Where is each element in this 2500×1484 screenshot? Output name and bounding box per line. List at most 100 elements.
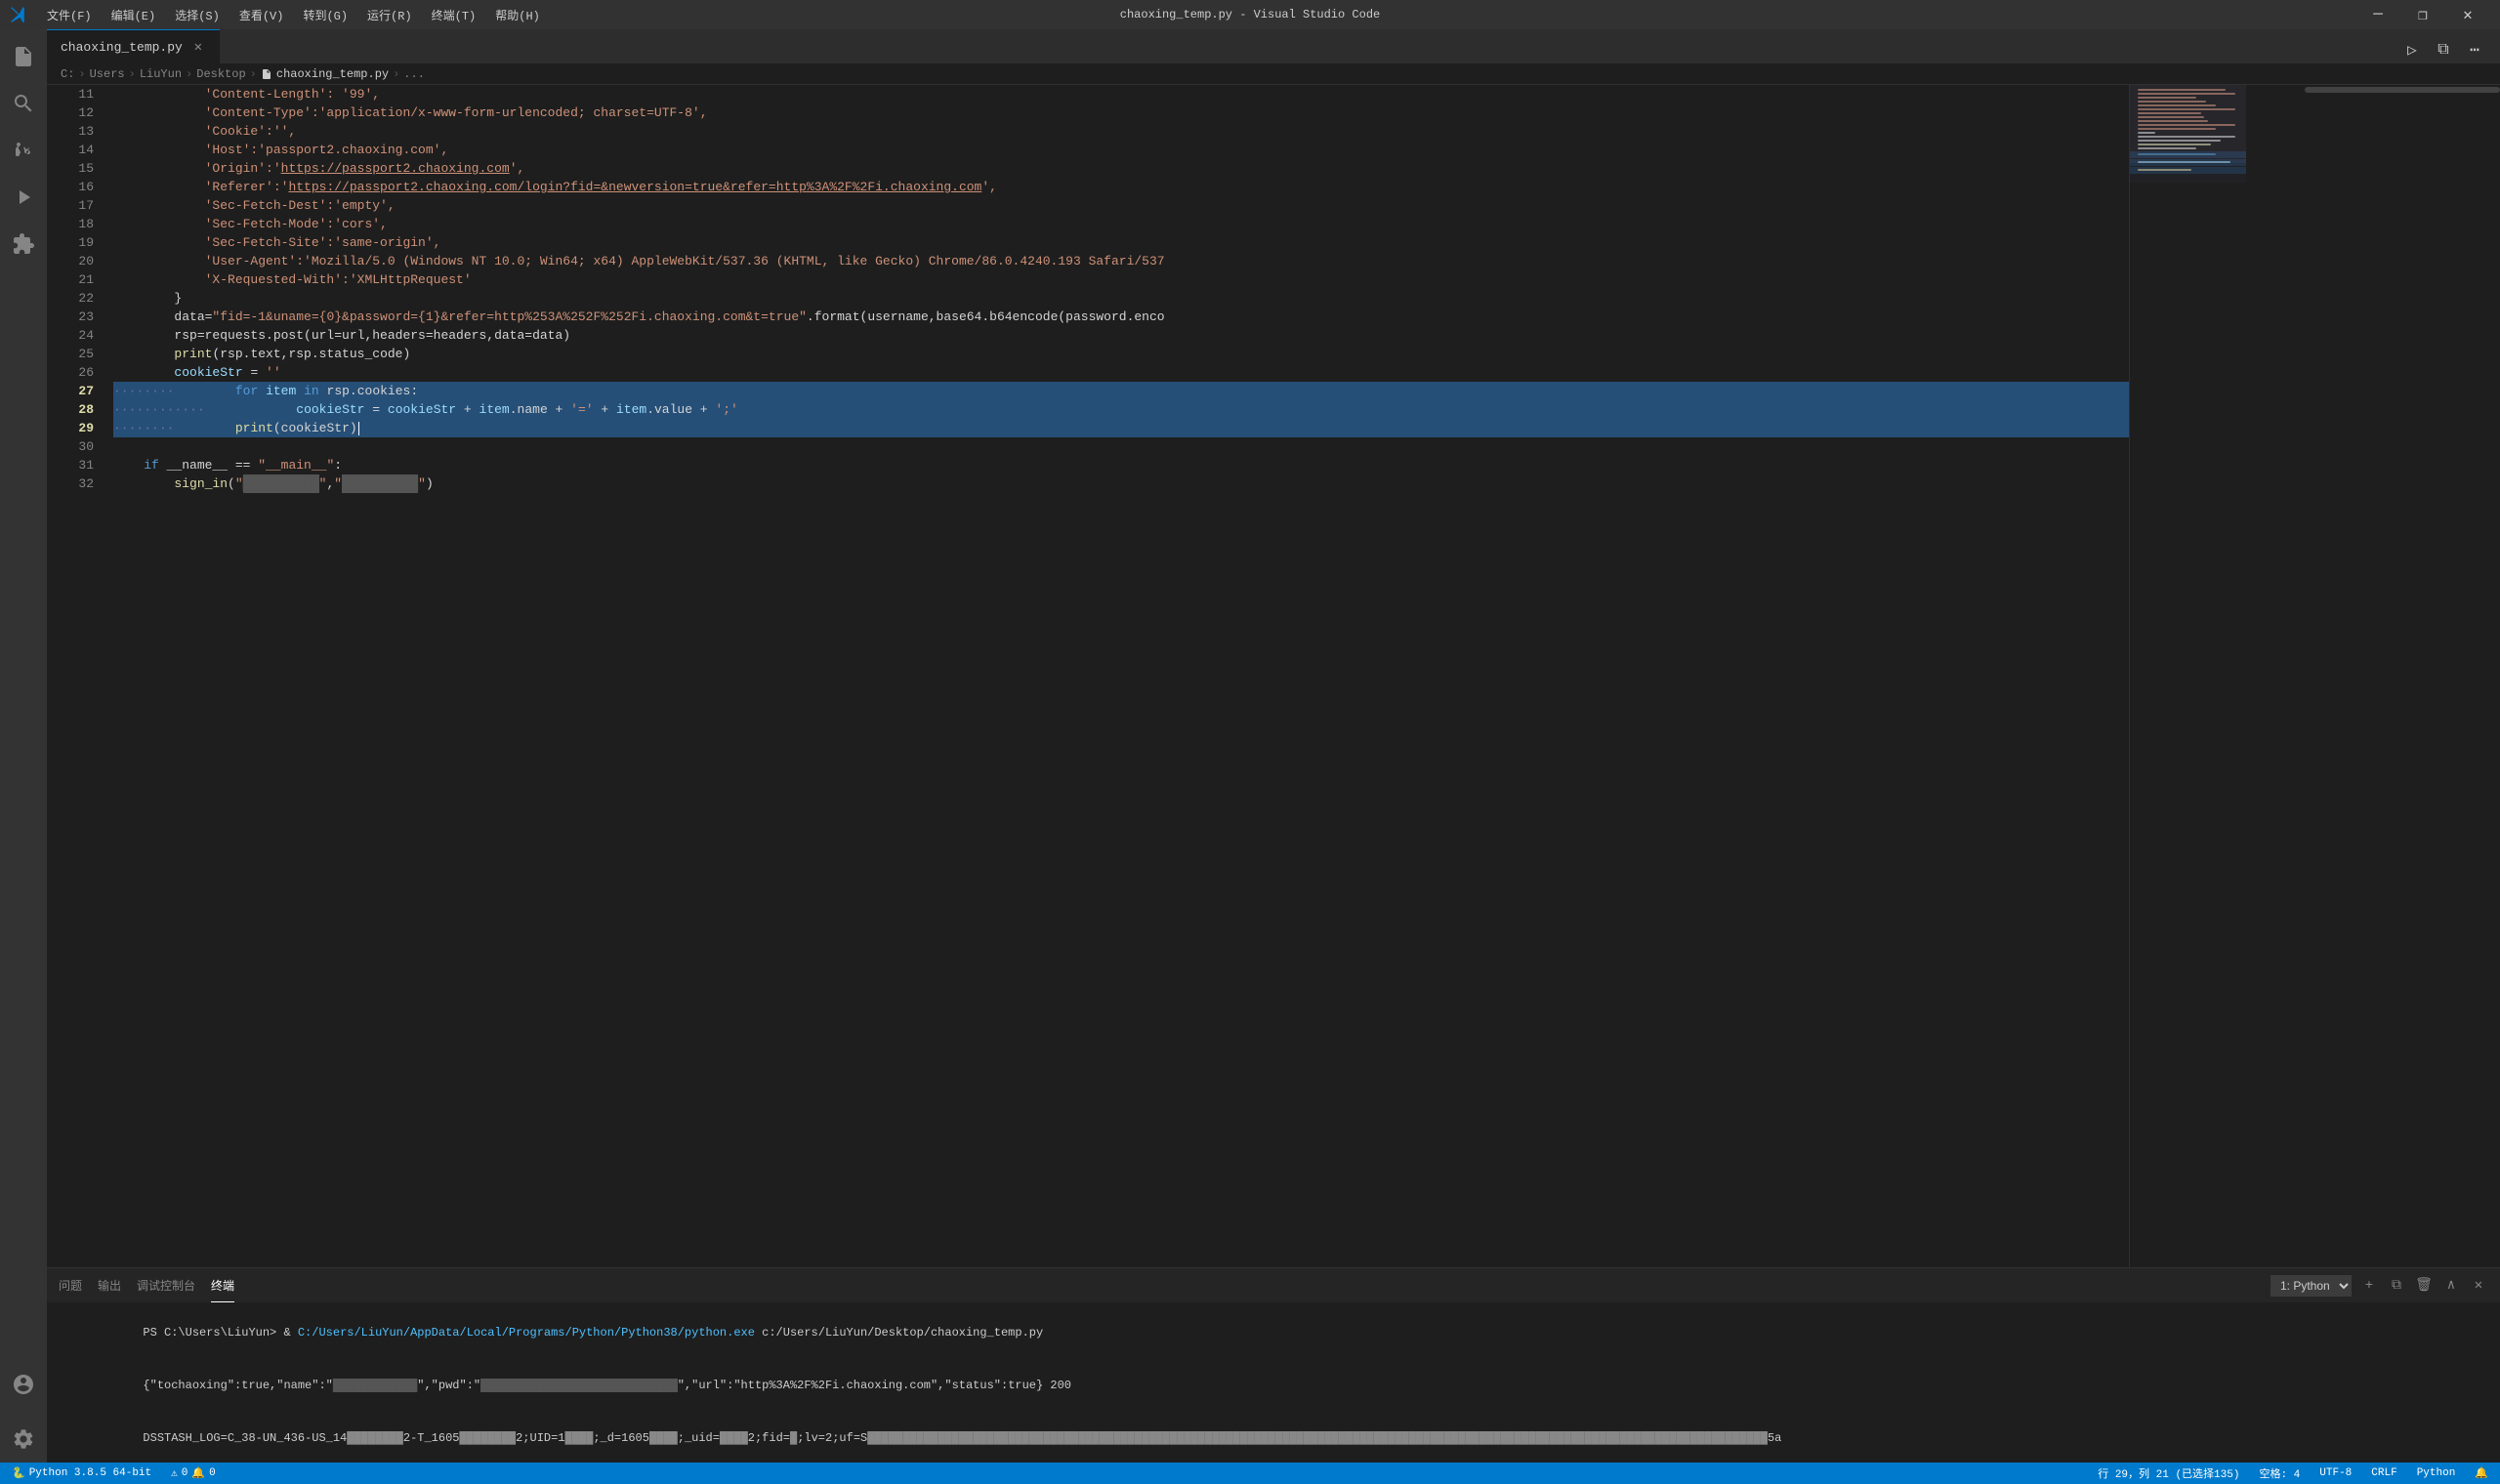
code-line-21: 'X-Requested-With':'XMLHttpRequest' (113, 270, 2129, 289)
breadcrumb-sep4: › (250, 67, 257, 81)
status-right: 行 29，列 21 (已选择135) 空格: 4 UTF-8 CRLF Pyth… (2094, 1463, 2492, 1484)
breadcrumb-dots[interactable]: ... (403, 67, 425, 81)
status-python-version[interactable]: 🐍 Python 3.8.5 64-bit (8, 1463, 155, 1484)
breadcrumb-sep3: › (186, 67, 192, 81)
tabs-bar: chaoxing_temp.py ✕ ▷ ⧉ ⋯ (47, 29, 2500, 63)
code-line-25: print(rsp.text,rsp.status_code) (113, 345, 2129, 363)
menu-file[interactable]: 文件(F) (39, 5, 100, 25)
minimize-button[interactable]: ─ (2355, 0, 2400, 29)
code-line-16: 'Referer':'https://passport2.chaoxing.co… (113, 178, 2129, 196)
more-actions-button[interactable]: ⋯ (2461, 36, 2488, 63)
status-bar: 🐍 Python 3.8.5 64-bit ⚠ 0 🔔 0 行 29，列 21 … (0, 1463, 2500, 1484)
activity-settings[interactable] (0, 1416, 47, 1463)
panel-tab-terminal[interactable]: 终端 (211, 1268, 234, 1302)
titlebar-left: 文件(F) 编辑(E) 选择(S) 查看(V) 转到(G) 运行(R) 终端(T… (10, 5, 548, 25)
menu-selection[interactable]: 选择(S) (167, 5, 228, 25)
close-button[interactable]: ✕ (2445, 0, 2490, 29)
code-line-32: sign_in("██████████","██████████") (113, 474, 2129, 493)
editor-area: chaoxing_temp.py ✕ ▷ ⧉ ⋯ C: › Users › Li… (47, 29, 2500, 1463)
panel-close-button[interactable]: ✕ (2469, 1276, 2488, 1296)
breadcrumb-c[interactable]: C: (61, 67, 74, 81)
python-icon: 🐍 (12, 1466, 25, 1480)
panel-tab-problems[interactable]: 问题 (59, 1268, 82, 1302)
tab-close-button[interactable]: ✕ (190, 39, 206, 55)
main-layout: chaoxing_temp.py ✕ ▷ ⧉ ⋯ C: › Users › Li… (0, 29, 2500, 1463)
maximize-button[interactable]: ❐ (2400, 0, 2445, 29)
breadcrumb-users[interactable]: Users (90, 67, 125, 81)
breadcrumb: C: › Users › LiuYun › Desktop › chaoxing… (47, 63, 2500, 85)
bell-icon: 🔔 (2475, 1466, 2488, 1480)
split-editor-button[interactable]: ⧉ (2430, 36, 2457, 63)
panel-tabs: 问题 输出 调试控制台 终端 1: Python + ⧉ 🗑 ∧ ✕ (47, 1268, 2500, 1302)
menu-terminal[interactable]: 终端(T) (424, 5, 484, 25)
scrollbar-thumb[interactable] (2305, 87, 2500, 93)
panel-collapse-button[interactable]: ∧ (2441, 1276, 2461, 1296)
terminal-line-3: DSSTASH_LOG=C_38-UN_436-US_14████████2-T… (59, 1412, 2488, 1463)
status-eol[interactable]: CRLF (2367, 1463, 2400, 1484)
panel-area: 问题 输出 调试控制台 终端 1: Python + ⧉ 🗑 ∧ ✕ (47, 1267, 2500, 1463)
code-line-27: ········ for item in rsp.cookies: (113, 382, 2129, 400)
code-line-30 (113, 437, 2129, 456)
editor-scroll: 11 12 13 14 15 16 17 18 19 20 21 22 23 2… (47, 85, 2246, 1267)
status-language-mode[interactable]: Python (2413, 1463, 2460, 1484)
run-button[interactable]: ▷ (2398, 36, 2426, 63)
titlebar: 文件(F) 编辑(E) 选择(S) 查看(V) 转到(G) 运行(R) 终端(T… (0, 0, 2500, 29)
breadcrumb-sep1: › (78, 67, 85, 81)
tab-chaoxing[interactable]: chaoxing_temp.py ✕ (47, 29, 220, 63)
menu-help[interactable]: 帮助(H) (487, 5, 548, 25)
code-line-12: 'Content-Type':'application/x-www-form-u… (113, 103, 2129, 122)
editor-content[interactable]: 11 12 13 14 15 16 17 18 19 20 21 22 23 2… (47, 85, 2500, 1267)
status-errors[interactable]: ⚠ 0 🔔 0 (167, 1463, 220, 1484)
terminal-content[interactable]: PS C:\Users\LiuYun> & C:/Users/LiuYun/Ap… (47, 1302, 2500, 1463)
warning-icon: 🔔 (191, 1466, 205, 1480)
activity-source-control[interactable] (0, 127, 47, 174)
breadcrumb-desktop[interactable]: Desktop (196, 67, 245, 81)
activity-bar (0, 29, 47, 1463)
breadcrumb-sep5: › (393, 67, 399, 81)
menu-edit[interactable]: 编辑(E) (104, 5, 164, 25)
code-line-26: cookieStr = '' (113, 363, 2129, 382)
code-line-29: ········ print(cookieStr) (113, 419, 2129, 437)
terminal-line-2: {"tochaoxing":true,"name":"████████████"… (59, 1359, 2488, 1412)
titlebar-title: chaoxing_temp.py - Visual Studio Code (1120, 8, 1380, 21)
breadcrumb-liuyun[interactable]: LiuYun (140, 67, 182, 81)
code-line-11: 'Content-Length': '99', (113, 85, 2129, 103)
breadcrumb-file[interactable]: chaoxing_temp.py (261, 67, 389, 81)
terminal-selector[interactable]: 1: Python (2271, 1275, 2352, 1297)
code-editor[interactable]: 'Content-Length': '99', 'Content-Type':'… (105, 85, 2129, 1267)
status-indentation[interactable]: 空格: 4 (2255, 1463, 2304, 1484)
minimap (2129, 85, 2246, 1267)
vscode-logo-icon (10, 6, 27, 23)
activity-explorer[interactable] (0, 33, 47, 80)
menu-goto[interactable]: 转到(G) (295, 5, 355, 25)
code-line-17: 'Sec-Fetch-Dest':'empty', (113, 196, 2129, 215)
line-numbers: 11 12 13 14 15 16 17 18 19 20 21 22 23 2… (47, 85, 105, 1267)
kill-terminal-button[interactable]: 🗑 (2414, 1276, 2434, 1296)
status-notification-bell[interactable]: 🔔 (2471, 1463, 2492, 1484)
status-left: 🐍 Python 3.8.5 64-bit ⚠ 0 🔔 0 (8, 1463, 220, 1484)
error-icon: ⚠ (171, 1466, 178, 1480)
horizontal-scrollbar[interactable] (2246, 85, 2500, 95)
terminal-line-1: PS C:\Users\LiuYun> & C:/Users/LiuYun/Ap… (59, 1306, 2488, 1359)
activity-run-debug[interactable] (0, 174, 47, 221)
activity-extensions[interactable] (0, 221, 47, 268)
code-line-18: 'Sec-Fetch-Mode':'cors', (113, 215, 2129, 233)
code-line-23: data="fid=-1&uname={0}&password={1}&refe… (113, 308, 2129, 326)
status-cursor-position[interactable]: 行 29，列 21 (已选择135) (2094, 1463, 2243, 1484)
split-terminal-button[interactable]: ⧉ (2387, 1276, 2406, 1296)
panel-tab-debug-console[interactable]: 调试控制台 (137, 1268, 195, 1302)
code-line-22: } (113, 289, 2129, 308)
code-line-20: 'User-Agent':'Mozilla/5.0 (Windows NT 10… (113, 252, 2129, 270)
activity-account[interactable] (0, 1361, 47, 1408)
menu-run[interactable]: 运行(R) (359, 5, 420, 25)
activity-search[interactable] (0, 80, 47, 127)
panel-tab-output[interactable]: 输出 (98, 1268, 121, 1302)
add-terminal-button[interactable]: + (2359, 1276, 2379, 1296)
breadcrumb-sep2: › (129, 67, 136, 81)
code-line-15: 'Origin':'https://passport2.chaoxing.com… (113, 159, 2129, 178)
menu-view[interactable]: 查看(V) (231, 5, 292, 25)
status-encoding[interactable]: UTF-8 (2315, 1463, 2355, 1484)
code-line-24: rsp=requests.post(url=url,headers=header… (113, 326, 2129, 345)
code-line-31: if __name__ == "__main__": (113, 456, 2129, 474)
tab-filename: chaoxing_temp.py (61, 40, 183, 55)
